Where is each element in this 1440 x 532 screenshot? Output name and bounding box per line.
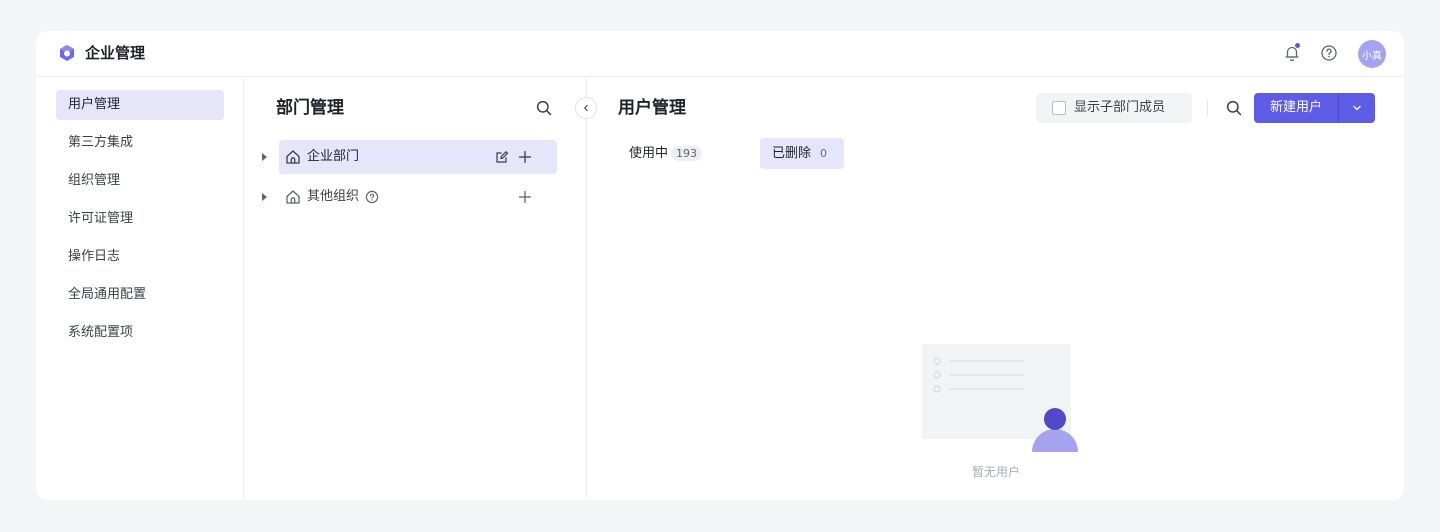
app-window: 企业管理 小真 用户管理 第三方集成 组织管理 许可证管理 操作日志 全局通用配… [36, 31, 1404, 500]
empty-state-text: 暂无用户 [971, 465, 1020, 479]
show-sub-dept-members-checkbox[interactable] [1052, 101, 1066, 115]
chevron-down-icon [1353, 105, 1361, 111]
new-user-button[interactable]: 新建用户 [1254, 93, 1338, 123]
tree-item-enterprise-dept[interactable]: 企业部门 [262, 140, 557, 174]
show-sub-dept-members-toggle[interactable]: 显示子部门成员 [1036, 93, 1192, 123]
new-user-dropdown-button[interactable] [1339, 93, 1375, 123]
tab-label: 已删除 [772, 146, 812, 161]
user-avatar[interactable]: 小真 [1358, 40, 1386, 68]
tree-item-label: 其他组织 [307, 189, 360, 204]
home-icon [286, 150, 300, 164]
toolbar-divider [1207, 100, 1208, 116]
help-icon[interactable] [1320, 44, 1338, 62]
notification-button[interactable] [1282, 42, 1302, 63]
info-help-icon[interactable] [365, 190, 379, 204]
page-title: 用户管理 [618, 98, 686, 118]
home-icon [286, 190, 300, 204]
tab-count-badge: 0 [820, 147, 827, 160]
tab-active-users[interactable]: 使用中 193 [618, 138, 708, 169]
department-panel: 部门管理 企业部门 其他组织 [245, 78, 587, 500]
expand-caret-icon[interactable] [262, 153, 267, 161]
top-bar: 企业管理 小真 [36, 31, 1404, 77]
show-sub-dept-members-label: 显示子部门成员 [1074, 100, 1166, 115]
empty-state-illustration [922, 344, 1078, 452]
search-icon[interactable] [1225, 99, 1243, 117]
app-logo-icon [60, 45, 74, 61]
tree-item-label: 企业部门 [307, 149, 360, 164]
sidebar-item-license-management[interactable]: 许可证管理 [56, 204, 224, 234]
edit-icon[interactable] [495, 150, 509, 164]
sidebar-item-org-management[interactable]: 组织管理 [56, 166, 224, 196]
tab-label: 使用中 [629, 146, 669, 161]
expand-caret-icon[interactable] [262, 193, 267, 201]
dept-panel-title: 部门管理 [276, 98, 344, 118]
sidebar-item-system-config[interactable]: 系统配置项 [56, 318, 224, 348]
tree-item-other-org[interactable]: 其他组织 [262, 180, 557, 214]
tab-deleted-users[interactable]: 已删除 0 [760, 138, 844, 169]
main-content: 用户管理 显示子部门成员 新建用户 使用中 193 已删除 0 暂无用户 [588, 78, 1404, 500]
sidebar-item-global-config[interactable]: 全局通用配置 [56, 280, 224, 310]
sidebar-item-operation-log[interactable]: 操作日志 [56, 242, 224, 272]
tab-count-badge: 193 [671, 146, 702, 161]
app-title: 企业管理 [85, 44, 146, 62]
notification-dot [1294, 42, 1301, 49]
add-icon[interactable] [517, 189, 533, 205]
sidebar: 用户管理 第三方集成 组织管理 许可证管理 操作日志 全局通用配置 系统配置项 [36, 78, 244, 500]
search-icon[interactable] [535, 99, 553, 117]
sidebar-item-third-party[interactable]: 第三方集成 [56, 128, 224, 158]
sidebar-item-user-management[interactable]: 用户管理 [56, 90, 224, 120]
new-user-button-group: 新建用户 [1254, 93, 1375, 123]
add-icon[interactable] [517, 149, 533, 165]
